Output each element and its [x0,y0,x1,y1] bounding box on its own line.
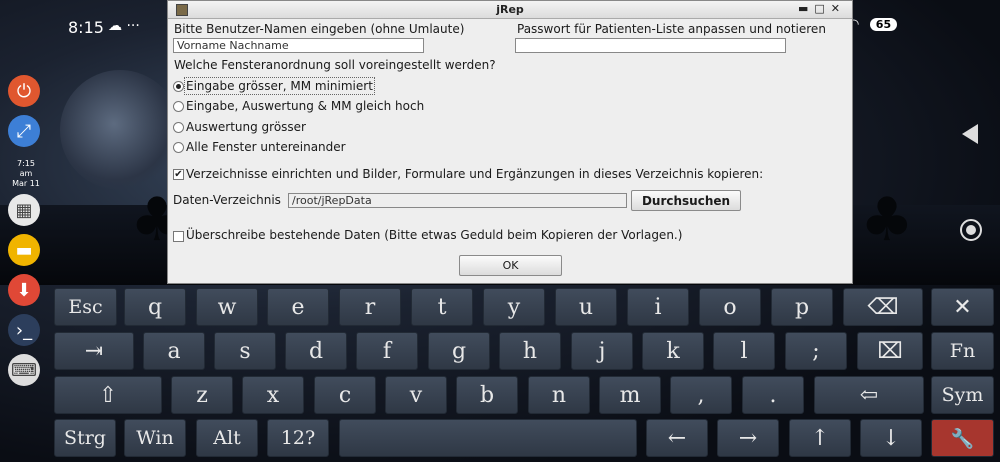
ok-button[interactable]: OK [459,255,562,276]
layout-option-1-label[interactable]: Eingabe, Auswertung & MM gleich hoch [186,99,424,113]
layout-radio-3[interactable] [173,142,184,153]
layout-radio-0[interactable] [173,81,184,92]
jrep-setup-window: jRep ▬□✕ Bitte Benutzer-Namen eingeben (… [167,0,853,284]
key-c[interactable]: c [314,376,376,414]
power-icon[interactable]: ⏻ [8,75,40,107]
folder-icon[interactable]: ▬ [8,234,40,266]
username-label: Bitte Benutzer-Namen eingeben (ohne Umla… [174,22,465,36]
key-o[interactable]: o [699,288,761,326]
layout-radio-2[interactable] [173,122,184,133]
browse-button[interactable]: Durchsuchen [631,190,741,211]
numbers-key[interactable]: 12? [267,419,329,457]
window-title: jRep [496,3,524,16]
key-n[interactable]: n [528,376,590,414]
ctrl-key[interactable]: Strg [54,419,116,457]
enter-key[interactable]: ⇦ [814,376,924,414]
layout-option-0-label[interactable]: Eingabe grösser, MM minimiert [184,77,375,95]
escape-key[interactable]: Esc [54,288,117,326]
semicolon-key[interactable]: ; [785,332,847,370]
download-icon[interactable]: ⬇ [8,274,40,306]
key-m[interactable]: m [599,376,661,414]
key-u[interactable]: u [555,288,617,326]
key-a[interactable]: a [143,332,205,370]
key-e[interactable]: e [267,288,329,326]
username-input[interactable]: Vorname Nachname [173,38,424,53]
key-l[interactable]: l [713,332,775,370]
key-i[interactable]: i [627,288,689,326]
mini-clock-text: am [19,169,33,178]
comma-key[interactable]: , [670,376,732,414]
arrow-down-key[interactable]: ↓ [860,419,922,457]
data-dir-label: Daten-Verzeichnis [173,193,281,207]
key-v[interactable]: v [385,376,447,414]
layout-option-3-label[interactable]: Alle Fenster untereinander [186,140,346,154]
left-dock: ⏻ ⤢ ▦ ▬ ⬇ ›_ ⌨ 7:15 am Mar 11 [0,68,52,398]
mini-clock-text: Mar 11 [12,179,40,188]
win-key[interactable]: Win [124,419,186,457]
mini-clock-text: 7:15 [17,159,35,168]
key-f[interactable]: f [356,332,418,370]
key-d[interactable]: d [285,332,347,370]
tab-key[interactable]: ⇥ [54,332,134,370]
key-q[interactable]: q [124,288,186,326]
close-icon[interactable]: ✕ [831,2,846,15]
key-z[interactable]: z [171,376,233,414]
minimize-icon[interactable]: ▬ [798,2,814,15]
space-key[interactable] [339,419,637,457]
layout-question: Welche Fensteranordnung soll voreingeste… [174,58,496,72]
close-keyboard-key[interactable]: ✕ [931,288,994,326]
mini-clock: 7:15 am Mar 11 [10,159,42,189]
back-nav-icon[interactable] [962,124,978,144]
key-y[interactable]: y [483,288,545,326]
wallpaper-moon [60,70,180,190]
home-nav-icon[interactable] [960,219,982,241]
maximize-icon[interactable]: □ [814,2,830,15]
fullscreen-icon[interactable]: ⤢ [8,115,40,147]
overwrite-checkbox[interactable] [173,231,184,242]
copy-dirs-label[interactable]: Verzeichnisse einrichten und Bilder, For… [186,167,763,181]
settings-tools-key[interactable]: 🔧 [931,419,994,457]
title-bar: jRep ▬□✕ [168,1,852,19]
arrow-up-key[interactable]: ↑ [789,419,851,457]
keyboard-icon[interactable]: ⌨ [8,354,40,386]
battery-indicator: 65 [869,18,898,31]
layout-option-2-label[interactable]: Auswertung grösser [186,120,306,134]
sym-key[interactable]: Sym [931,376,994,414]
password-input[interactable] [515,38,786,53]
key-s[interactable]: s [214,332,276,370]
alt-key[interactable]: Alt [196,419,258,457]
key-x[interactable]: x [242,376,304,414]
key-t[interactable]: t [411,288,473,326]
status-right-area: ◠ 65 [848,16,898,32]
window-controls: ▬□✕ [798,2,846,15]
key-w[interactable]: w [196,288,258,326]
arrow-right-key[interactable]: → [717,419,779,457]
key-b[interactable]: b [456,376,518,414]
copy-dirs-checkbox[interactable]: ✔ [173,169,184,180]
password-label: Passwort für Patienten-Liste anpassen un… [517,22,826,36]
terminal-icon[interactable]: ›_ [8,314,40,346]
delete-key[interactable]: ⌧ [857,332,923,370]
layout-radio-1[interactable] [173,101,184,112]
key-k[interactable]: k [642,332,704,370]
fn-key[interactable]: Fn [931,332,994,370]
status-notification-icons: ☁ ··· [108,18,140,34]
period-key[interactable]: . [742,376,804,414]
data-dir-input[interactable]: /root/jRepData [288,193,627,208]
on-screen-keyboard: Esc q w e r t y u i o p ⌫ ✕ ⇥ a s d f g h j k l; ⌧ Fn ⇧ z x c v b n m,. ⇦… [54,286,994,462]
arrow-left-key[interactable]: ← [646,419,708,457]
apps-grid-icon[interactable]: ▦ [8,194,40,226]
overwrite-label[interactable]: Überschreibe bestehende Daten (Bitte etw… [186,228,682,242]
key-r[interactable]: r [339,288,401,326]
status-time: 8:15 [68,18,104,37]
key-p[interactable]: p [771,288,833,326]
backspace-key[interactable]: ⌫ [843,288,923,326]
shift-key[interactable]: ⇧ [54,376,162,414]
palm-tree-icon: ♣ [860,185,914,255]
key-j[interactable]: j [571,332,633,370]
key-h[interactable]: h [499,332,561,370]
key-g[interactable]: g [428,332,490,370]
